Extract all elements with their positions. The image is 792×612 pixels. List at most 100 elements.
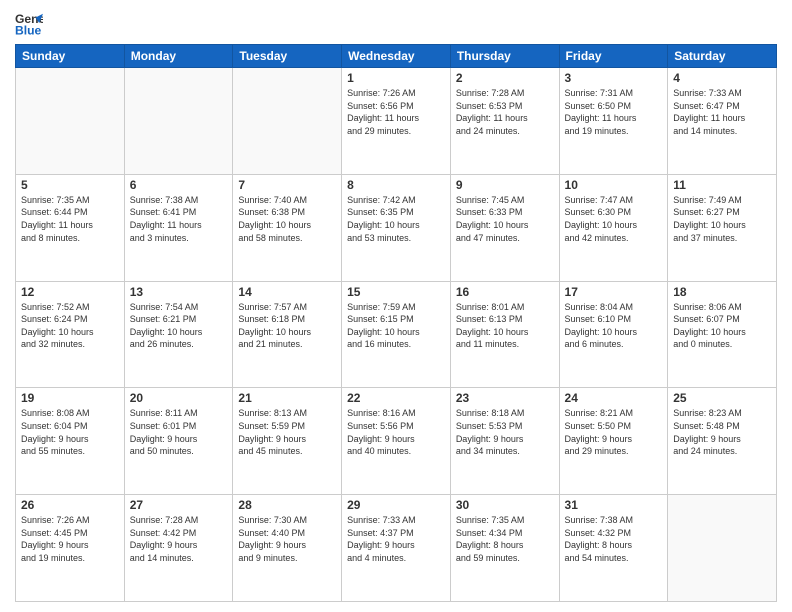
day-number: 10 [565, 178, 663, 192]
day-cell: 1 Sunrise: 7:26 AM Sunset: 6:56 PM Daylig… [342, 68, 451, 175]
day-number: 14 [238, 285, 336, 299]
day-info: Sunrise: 8:11 AM Sunset: 6:01 PM Dayligh… [130, 407, 228, 457]
day-number: 22 [347, 391, 445, 405]
weekday-header-tuesday: Tuesday [233, 45, 342, 68]
day-number: 9 [456, 178, 554, 192]
day-number: 2 [456, 71, 554, 85]
day-cell: 9 Sunrise: 7:45 AM Sunset: 6:33 PM Daylig… [450, 174, 559, 281]
day-cell: 16 Sunrise: 8:01 AM Sunset: 6:13 PM Dayli… [450, 281, 559, 388]
day-number: 11 [673, 178, 771, 192]
day-cell: 30 Sunrise: 7:35 AM Sunset: 4:34 PM Dayli… [450, 495, 559, 602]
day-cell: 14 Sunrise: 7:57 AM Sunset: 6:18 PM Dayli… [233, 281, 342, 388]
weekday-header-thursday: Thursday [450, 45, 559, 68]
day-cell: 10 Sunrise: 7:47 AM Sunset: 6:30 PM Dayli… [559, 174, 668, 281]
day-info: Sunrise: 7:42 AM Sunset: 6:35 PM Dayligh… [347, 194, 445, 244]
day-cell: 12 Sunrise: 7:52 AM Sunset: 6:24 PM Dayli… [16, 281, 125, 388]
day-number: 15 [347, 285, 445, 299]
day-cell: 8 Sunrise: 7:42 AM Sunset: 6:35 PM Daylig… [342, 174, 451, 281]
day-info: Sunrise: 8:04 AM Sunset: 6:10 PM Dayligh… [565, 301, 663, 351]
day-cell: 27 Sunrise: 7:28 AM Sunset: 4:42 PM Dayli… [124, 495, 233, 602]
day-info: Sunrise: 7:38 AM Sunset: 6:41 PM Dayligh… [130, 194, 228, 244]
day-cell: 26 Sunrise: 7:26 AM Sunset: 4:45 PM Dayli… [16, 495, 125, 602]
day-cell [16, 68, 125, 175]
day-info: Sunrise: 7:52 AM Sunset: 6:24 PM Dayligh… [21, 301, 119, 351]
day-cell: 22 Sunrise: 8:16 AM Sunset: 5:56 PM Dayli… [342, 388, 451, 495]
weekday-header-row: SundayMondayTuesdayWednesdayThursdayFrid… [16, 45, 777, 68]
day-cell: 24 Sunrise: 8:21 AM Sunset: 5:50 PM Dayli… [559, 388, 668, 495]
day-number: 21 [238, 391, 336, 405]
day-cell: 15 Sunrise: 7:59 AM Sunset: 6:15 PM Dayli… [342, 281, 451, 388]
day-info: Sunrise: 7:54 AM Sunset: 6:21 PM Dayligh… [130, 301, 228, 351]
day-number: 16 [456, 285, 554, 299]
header: General Blue [15, 10, 777, 38]
day-number: 12 [21, 285, 119, 299]
day-number: 24 [565, 391, 663, 405]
week-row-2: 5 Sunrise: 7:35 AM Sunset: 6:44 PM Daylig… [16, 174, 777, 281]
day-info: Sunrise: 7:35 AM Sunset: 4:34 PM Dayligh… [456, 514, 554, 564]
logo: General Blue [15, 10, 43, 38]
day-info: Sunrise: 7:30 AM Sunset: 4:40 PM Dayligh… [238, 514, 336, 564]
day-info: Sunrise: 8:13 AM Sunset: 5:59 PM Dayligh… [238, 407, 336, 457]
day-number: 18 [673, 285, 771, 299]
day-info: Sunrise: 8:21 AM Sunset: 5:50 PM Dayligh… [565, 407, 663, 457]
day-number: 27 [130, 498, 228, 512]
day-info: Sunrise: 7:28 AM Sunset: 4:42 PM Dayligh… [130, 514, 228, 564]
day-cell: 28 Sunrise: 7:30 AM Sunset: 4:40 PM Dayli… [233, 495, 342, 602]
day-info: Sunrise: 8:06 AM Sunset: 6:07 PM Dayligh… [673, 301, 771, 351]
day-info: Sunrise: 8:23 AM Sunset: 5:48 PM Dayligh… [673, 407, 771, 457]
weekday-header-monday: Monday [124, 45, 233, 68]
day-info: Sunrise: 8:01 AM Sunset: 6:13 PM Dayligh… [456, 301, 554, 351]
day-info: Sunrise: 7:26 AM Sunset: 4:45 PM Dayligh… [21, 514, 119, 564]
day-cell: 25 Sunrise: 8:23 AM Sunset: 5:48 PM Dayli… [668, 388, 777, 495]
day-cell: 13 Sunrise: 7:54 AM Sunset: 6:21 PM Dayli… [124, 281, 233, 388]
day-number: 7 [238, 178, 336, 192]
svg-text:Blue: Blue [15, 23, 42, 37]
day-info: Sunrise: 7:40 AM Sunset: 6:38 PM Dayligh… [238, 194, 336, 244]
day-cell: 19Sunrise: 8:08 AM Sunset: 6:04 PM Dayli… [16, 388, 125, 495]
day-cell: 11 Sunrise: 7:49 AM Sunset: 6:27 PM Dayli… [668, 174, 777, 281]
day-number: 8 [347, 178, 445, 192]
calendar: SundayMondayTuesdayWednesdayThursdayFrid… [15, 44, 777, 602]
day-cell: 29Sunrise: 7:33 AM Sunset: 4:37 PM Dayli… [342, 495, 451, 602]
day-info: Sunrise: 7:57 AM Sunset: 6:18 PM Dayligh… [238, 301, 336, 351]
week-row-5: 26 Sunrise: 7:26 AM Sunset: 4:45 PM Dayli… [16, 495, 777, 602]
day-info: Sunrise: 7:33 AM Sunset: 6:47 PM Dayligh… [673, 87, 771, 137]
weekday-header-friday: Friday [559, 45, 668, 68]
day-info: Sunrise: 8:16 AM Sunset: 5:56 PM Dayligh… [347, 407, 445, 457]
day-cell [124, 68, 233, 175]
day-cell: 17 Sunrise: 8:04 AM Sunset: 6:10 PM Dayli… [559, 281, 668, 388]
weekday-header-wednesday: Wednesday [342, 45, 451, 68]
day-cell: 2Sunrise: 7:28 AM Sunset: 6:53 PM Daylig… [450, 68, 559, 175]
day-number: 23 [456, 391, 554, 405]
day-info: Sunrise: 7:59 AM Sunset: 6:15 PM Dayligh… [347, 301, 445, 351]
day-number: 1 [347, 71, 445, 85]
day-cell: 3Sunrise: 7:31 AM Sunset: 6:50 PM Daylig… [559, 68, 668, 175]
day-info: Sunrise: 8:18 AM Sunset: 5:53 PM Dayligh… [456, 407, 554, 457]
day-number: 17 [565, 285, 663, 299]
page: General Blue SundayMondayTuesdayWednesda… [0, 0, 792, 612]
day-number: 25 [673, 391, 771, 405]
day-cell: 31Sunrise: 7:38 AM Sunset: 4:32 PM Dayli… [559, 495, 668, 602]
day-number: 19 [21, 391, 119, 405]
day-number: 6 [130, 178, 228, 192]
day-cell: 5 Sunrise: 7:35 AM Sunset: 6:44 PM Daylig… [16, 174, 125, 281]
day-number: 30 [456, 498, 554, 512]
week-row-1: 1 Sunrise: 7:26 AM Sunset: 6:56 PM Daylig… [16, 68, 777, 175]
day-info: Sunrise: 7:35 AM Sunset: 6:44 PM Dayligh… [21, 194, 119, 244]
day-cell: 21 Sunrise: 8:13 AM Sunset: 5:59 PM Dayli… [233, 388, 342, 495]
day-number: 13 [130, 285, 228, 299]
day-number: 26 [21, 498, 119, 512]
day-cell: 20Sunrise: 8:11 AM Sunset: 6:01 PM Dayli… [124, 388, 233, 495]
day-cell [668, 495, 777, 602]
day-cell: 7 Sunrise: 7:40 AM Sunset: 6:38 PM Daylig… [233, 174, 342, 281]
day-info: Sunrise: 7:49 AM Sunset: 6:27 PM Dayligh… [673, 194, 771, 244]
day-cell: 6 Sunrise: 7:38 AM Sunset: 6:41 PM Daylig… [124, 174, 233, 281]
day-number: 31 [565, 498, 663, 512]
day-info: Sunrise: 7:26 AM Sunset: 6:56 PM Dayligh… [347, 87, 445, 137]
day-number: 4 [673, 71, 771, 85]
logo-icon: General Blue [15, 10, 43, 38]
day-info: Sunrise: 7:47 AM Sunset: 6:30 PM Dayligh… [565, 194, 663, 244]
day-number: 28 [238, 498, 336, 512]
day-number: 5 [21, 178, 119, 192]
day-info: Sunrise: 7:45 AM Sunset: 6:33 PM Dayligh… [456, 194, 554, 244]
